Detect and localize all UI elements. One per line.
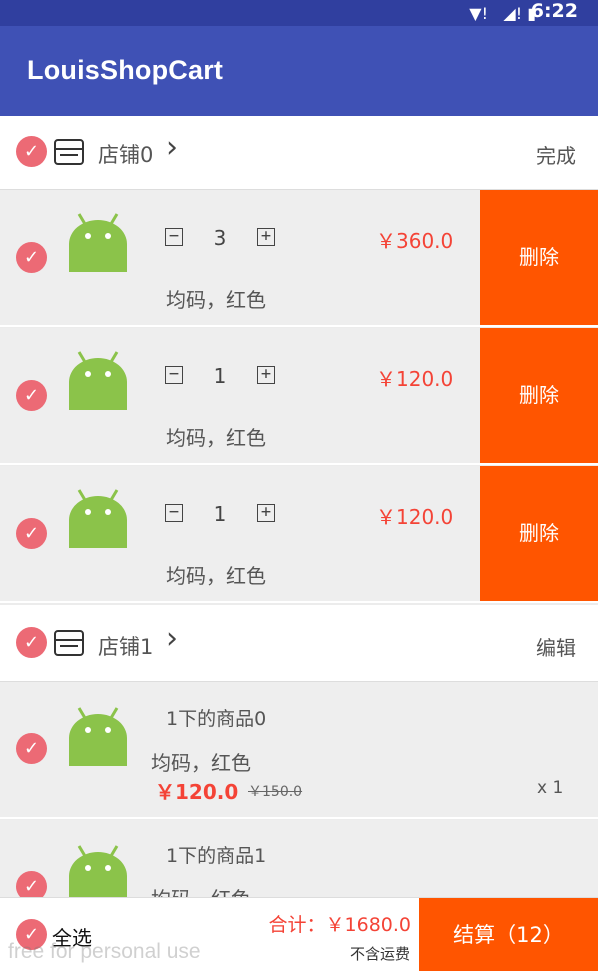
increase-button[interactable]: + [257, 366, 275, 384]
quantity-value: 1 [213, 502, 227, 526]
decrease-button[interactable]: − [165, 366, 183, 384]
shop-name[interactable]: 店铺0 [98, 139, 153, 169]
shop-header-0: ✓ 店铺0 › 完成 [0, 116, 598, 190]
app-title: LouisShopCart [27, 55, 224, 85]
cart-item: ✓ − 1 + ￥120.0 均码，红色 删除 [0, 328, 598, 465]
watermark: free for personal use [8, 940, 201, 963]
item-spec: 均码，红色 [151, 751, 251, 775]
item-spec: 均码，红色 [166, 426, 266, 450]
item-price: ￥360.0 [376, 229, 454, 253]
item-price: ￥120.0 [376, 505, 454, 529]
product-image-android-icon [69, 489, 127, 548]
shop-check-icon[interactable]: ✓ [16, 627, 47, 658]
item-count: x 1 [537, 778, 564, 798]
quantity-value: 1 [213, 364, 227, 388]
total-price: 合计：￥1680.0 [268, 914, 411, 936]
status-bar: ▼! ◢! ▮ 6:22 [0, 0, 598, 26]
cart-item: ✓ − 1 + ￥120.0 均码，红色 删除 [0, 466, 598, 603]
delete-button[interactable]: 删除 [480, 328, 598, 463]
product-image-android-icon [69, 351, 127, 410]
product-image-android-icon [69, 213, 127, 272]
decrease-button[interactable]: − [165, 504, 183, 522]
shop-done-button[interactable]: 完成 [536, 140, 576, 169]
app-bar: LouisShopCart [0, 26, 598, 116]
item-check-icon[interactable]: ✓ [16, 733, 47, 764]
decrease-button[interactable]: − [165, 228, 183, 246]
item-check-icon[interactable]: ✓ [16, 380, 47, 411]
item-price: ￥120.0 [155, 780, 239, 804]
wifi-icon: ▼! [469, 4, 488, 23]
shop-name[interactable]: 店铺1 [98, 631, 153, 661]
product-image-android-icon [69, 707, 127, 766]
item-name: 1下的商品1 [166, 845, 267, 867]
increase-button[interactable]: + [257, 504, 275, 522]
product-image-android-icon [69, 845, 127, 904]
cart-item: ✓ − 3 + ￥360.0 均码，红色 删除 [0, 190, 598, 327]
quantity-value: 3 [213, 226, 227, 250]
status-time: 6:22 [530, 0, 578, 22]
shop-check-icon[interactable]: ✓ [16, 136, 47, 167]
cart-item: ✓ 1下的商品0 均码，红色 ￥120.0 ￥150.0 x 1 [0, 682, 598, 819]
increase-button[interactable]: + [257, 228, 275, 246]
item-check-icon[interactable]: ✓ [16, 518, 47, 549]
item-check-icon[interactable]: ✓ [16, 242, 47, 273]
item-spec: 均码，红色 [166, 288, 266, 312]
item-old-price: ￥150.0 [248, 784, 303, 800]
item-price: ￥120.0 [376, 367, 454, 391]
shop-header-1: ✓ 店铺1 › 编辑 [0, 605, 598, 682]
chevron-right-icon[interactable]: › [166, 621, 178, 656]
store-icon [54, 630, 84, 656]
store-icon [54, 139, 84, 165]
delete-button[interactable]: 删除 [480, 466, 598, 601]
shipping-note: 不含运费 [349, 945, 410, 963]
item-spec: 均码，红色 [166, 564, 266, 588]
shop-edit-button[interactable]: 编辑 [536, 632, 576, 661]
checkout-button[interactable]: 结算（12） [419, 898, 598, 971]
item-name: 1下的商品0 [166, 708, 267, 730]
chevron-right-icon[interactable]: › [166, 130, 178, 165]
delete-button[interactable]: 删除 [480, 190, 598, 325]
